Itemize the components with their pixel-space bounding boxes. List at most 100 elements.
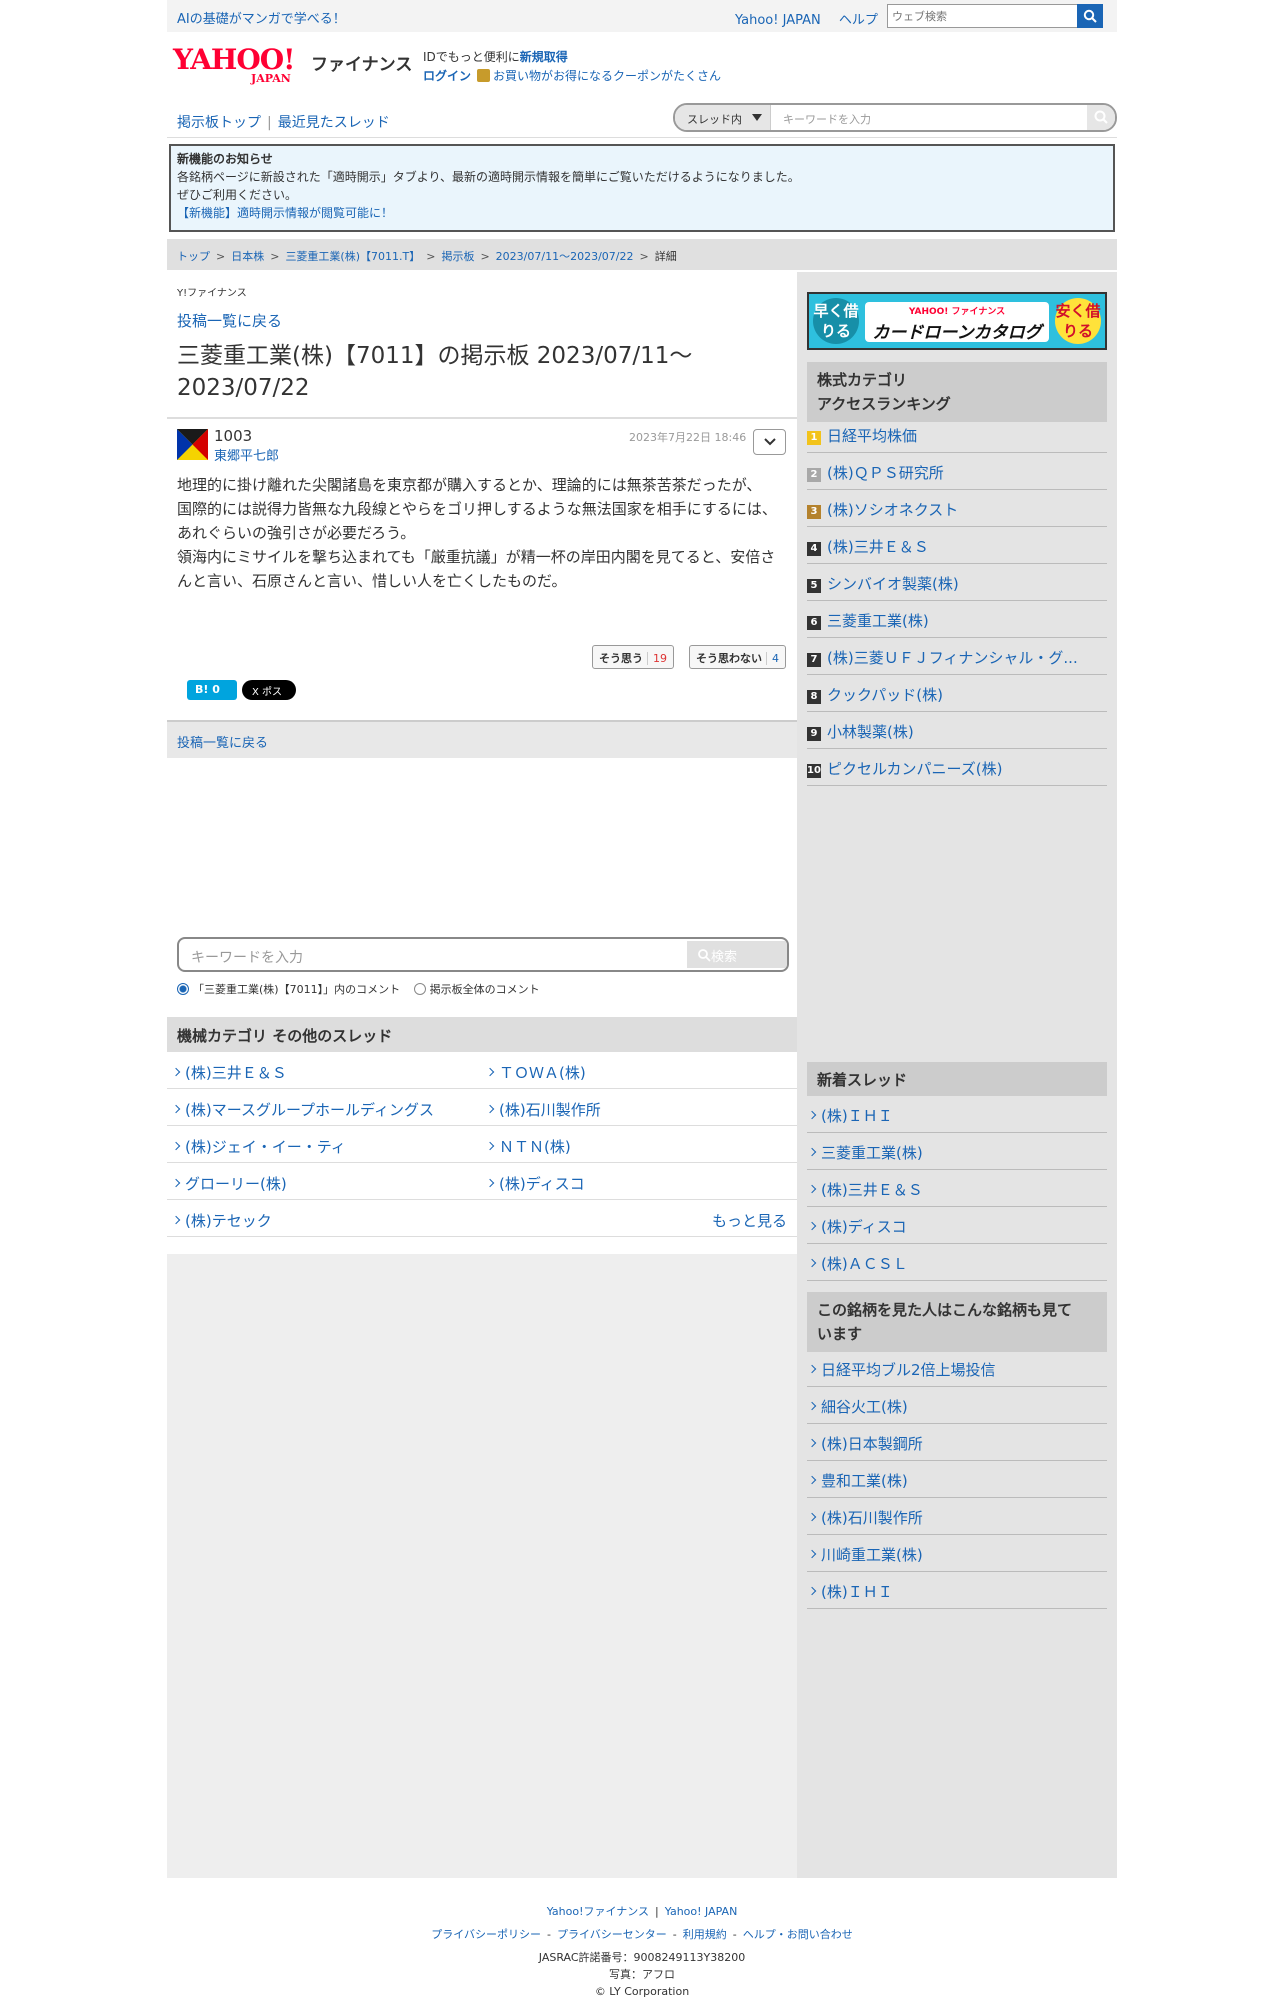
web-search-button[interactable] bbox=[1077, 4, 1103, 28]
more-threads-link[interactable]: もっと見る bbox=[712, 1210, 787, 1231]
also-viewed-item[interactable]: 川崎重工業(株) bbox=[807, 1535, 1107, 1572]
radio-this-board-label[interactable]: 「三菱重工業(株)【7011】」内のコメント bbox=[193, 983, 400, 996]
agree-button[interactable]: そう思う 19 bbox=[592, 645, 674, 669]
also-viewed-item[interactable]: (株)石川製作所 bbox=[807, 1498, 1107, 1535]
new-thread-item[interactable]: (株)ＡＣＳＬ bbox=[807, 1244, 1107, 1281]
ranking-item[interactable]: 3 (株)ソシオネクスト bbox=[807, 490, 1107, 527]
category-threads-title: 機械カテゴリ その他のスレッド bbox=[167, 1017, 797, 1052]
x-post-button[interactable]: X ポスト bbox=[242, 680, 296, 713]
footer-privacy-center-link[interactable]: プライバシーセンター bbox=[557, 1928, 667, 1941]
board-top-link[interactable]: 掲示板トップ bbox=[177, 115, 261, 131]
card-loan-banner[interactable]: 早く借りる YAHOO! ファイナンス カードローンカタログ 安く借りる bbox=[807, 292, 1107, 350]
footer: Yahoo!ファイナンス | Yahoo! JAPAN プライバシーポリシー - プライ… bbox=[167, 1900, 1117, 2003]
bullet-icon bbox=[807, 1184, 817, 1194]
footer-help-link[interactable]: ヘルプ・お問い合わせ bbox=[743, 1928, 853, 1941]
ranking-item[interactable]: 10 ピクセルカンパニーズ(株) bbox=[807, 749, 1107, 786]
new-thread-item[interactable]: 三菱重工業(株) bbox=[807, 1133, 1107, 1170]
also-viewed-label: 豊和工業(株) bbox=[821, 1472, 908, 1490]
banner-title: カードローンカタログ bbox=[872, 323, 1042, 343]
radio-all-boards[interactable] bbox=[413, 983, 426, 995]
post-date: 2023年7月22日 18:46 bbox=[629, 431, 747, 444]
post-menu-button[interactable] bbox=[753, 429, 786, 455]
bullet-icon bbox=[807, 1475, 817, 1485]
new-thread-item[interactable]: (株)ＩＨＩ bbox=[807, 1096, 1107, 1133]
ranking-item-label: クックパッド(株) bbox=[827, 686, 943, 704]
ranking-item[interactable]: 8 クックパッド(株) bbox=[807, 675, 1107, 712]
finance-title[interactable]: ファイナンス bbox=[311, 50, 412, 75]
help-link[interactable]: ヘルプ bbox=[839, 13, 878, 28]
disagree-button[interactable]: そう思わない 4 bbox=[689, 645, 786, 669]
back-to-list-link[interactable]: 投稿一覧に戻る bbox=[177, 310, 282, 331]
login-link[interactable]: ログイン bbox=[423, 69, 471, 83]
also-viewed-item[interactable]: (株)日本製鋼所 bbox=[807, 1424, 1107, 1461]
author-link[interactable]: 東郷平七郎 bbox=[214, 445, 279, 464]
bullet-icon bbox=[171, 1215, 181, 1225]
footer-yahoo-link[interactable]: Yahoo! JAPAN bbox=[665, 1905, 738, 1918]
ranking-item[interactable]: 9 小林製薬(株) bbox=[807, 712, 1107, 749]
keyword-search-input[interactable]: キーワードを入力 bbox=[191, 947, 303, 967]
signup-link[interactable]: 新規取得 bbox=[520, 50, 568, 64]
thread-search-input[interactable]: キーワードを入力 bbox=[783, 111, 871, 127]
also-viewed-item[interactable]: 豊和工業(株) bbox=[807, 1461, 1107, 1498]
also-viewed-item[interactable]: (株)ＩＨＩ bbox=[807, 1572, 1107, 1609]
ranking-item[interactable]: 4 (株)三井Ｅ＆Ｓ bbox=[807, 527, 1107, 564]
crumb-stock[interactable]: 三菱重工業(株)【7011.T】 bbox=[285, 250, 420, 263]
thread-search-button[interactable] bbox=[1087, 105, 1115, 130]
ranking-item-label: (株)三菱ＵＦＪフィナンシャル・グ... bbox=[827, 649, 1078, 667]
crumb-board[interactable]: 掲示板 bbox=[441, 250, 474, 263]
list-row: グローリー(株) (株)ディスコ bbox=[167, 1163, 797, 1200]
also-viewed-item[interactable]: 細谷火工(株) bbox=[807, 1387, 1107, 1424]
bullet-icon bbox=[171, 1067, 181, 1077]
promo-link[interactable]: AIの基礎がマンガで学べる！ bbox=[177, 8, 346, 27]
ranking-item[interactable]: 5 シンバイオ製薬(株) bbox=[807, 564, 1107, 601]
category-thread-link[interactable]: (株)テセック bbox=[171, 1210, 272, 1231]
search-icon bbox=[1083, 9, 1097, 23]
top-links: Yahoo! JAPAN ヘルプ bbox=[735, 9, 892, 28]
rank-badge: 1 bbox=[807, 431, 821, 445]
yahoo-japan-logo[interactable]: YAHOO! JAPAN bbox=[173, 46, 313, 86]
crumb-current: 詳細 bbox=[654, 250, 677, 263]
category-thread-link[interactable]: グローリー(株) bbox=[171, 1173, 287, 1194]
bullet-icon bbox=[807, 1110, 817, 1120]
ranking-item[interactable]: 1 日経平均株価 bbox=[807, 416, 1107, 453]
ranking-item[interactable]: 6 三菱重工業(株) bbox=[807, 601, 1107, 638]
radio-this-board[interactable] bbox=[177, 983, 189, 995]
yahoo-japan-link[interactable]: Yahoo! JAPAN bbox=[735, 13, 821, 28]
crumb-period[interactable]: 2023/07/11〜2023/07/22 bbox=[496, 250, 634, 263]
notice-link[interactable]: 【新機能】適時開示情報が閲覧可能に！ bbox=[177, 204, 1107, 222]
ranking-item[interactable]: 7 (株)三菱ＵＦＪフィナンシャル・グ... bbox=[807, 638, 1107, 675]
logo-sub: JAPAN bbox=[251, 72, 291, 85]
footer-privacy-policy-link[interactable]: プライバシーポリシー bbox=[431, 1928, 541, 1941]
footer-finance-link[interactable]: Yahoo!ファイナンス bbox=[547, 1905, 649, 1918]
category-thread-link[interactable]: (株)マースグループホールディングス bbox=[171, 1099, 434, 1120]
recent-threads-link[interactable]: 最近見たスレッド bbox=[278, 115, 390, 131]
also-viewed-item[interactable]: 日経平均ブル2倍上場投信 bbox=[807, 1350, 1107, 1387]
category-thread-link[interactable]: ＮＴＮ(株) bbox=[485, 1136, 571, 1157]
web-search-input[interactable] bbox=[888, 5, 1078, 27]
new-thread-item[interactable]: (株)ディスコ bbox=[807, 1207, 1107, 1244]
footer-terms-link[interactable]: 利用規約 bbox=[683, 1928, 727, 1941]
back-to-list-link-bottom[interactable]: 投稿一覧に戻る bbox=[177, 736, 268, 751]
avatar bbox=[177, 429, 208, 460]
hatena-bookmark-button[interactable]: B! 0 bbox=[187, 680, 237, 700]
new-thread-item[interactable]: (株)三井Ｅ＆Ｓ bbox=[807, 1170, 1107, 1207]
crumb-top[interactable]: トップ bbox=[177, 250, 210, 263]
keyword-search-button[interactable]: 検索 bbox=[687, 941, 787, 968]
category-thread-link[interactable]: (株)ジェイ・イー・ティ bbox=[171, 1136, 346, 1157]
new-thread-label: 三菱重工業(株) bbox=[821, 1144, 923, 1162]
category-thread-link[interactable]: (株)三井Ｅ＆Ｓ bbox=[171, 1062, 287, 1083]
category-thread-link[interactable]: (株)石川製作所 bbox=[485, 1099, 601, 1120]
coupon-link[interactable]: お買い物がお得になるクーポンがたくさん bbox=[493, 69, 721, 83]
search-scope-select[interactable]: スレッド内 bbox=[675, 105, 771, 130]
rank-badge: 7 bbox=[807, 653, 821, 667]
agree-count: 19 bbox=[647, 652, 667, 665]
board-title: 三菱重工業(株)【7011】の掲示板 2023/07/11〜2023/07/22 bbox=[177, 343, 693, 401]
also-viewed-title-line: います bbox=[817, 1325, 863, 1343]
category-thread-link[interactable]: ＴＯＷＡ(株) bbox=[485, 1062, 586, 1083]
rank-badge: 10 bbox=[807, 764, 821, 778]
radio-all-boards-label[interactable]: 掲示板全体のコメント bbox=[430, 983, 540, 996]
crumb-japan-stocks[interactable]: 日本株 bbox=[231, 250, 264, 263]
search-icon bbox=[698, 949, 711, 962]
ranking-item[interactable]: 2 (株)ＱＰＳ研究所 bbox=[807, 453, 1107, 490]
category-thread-link[interactable]: (株)ディスコ bbox=[485, 1173, 585, 1194]
